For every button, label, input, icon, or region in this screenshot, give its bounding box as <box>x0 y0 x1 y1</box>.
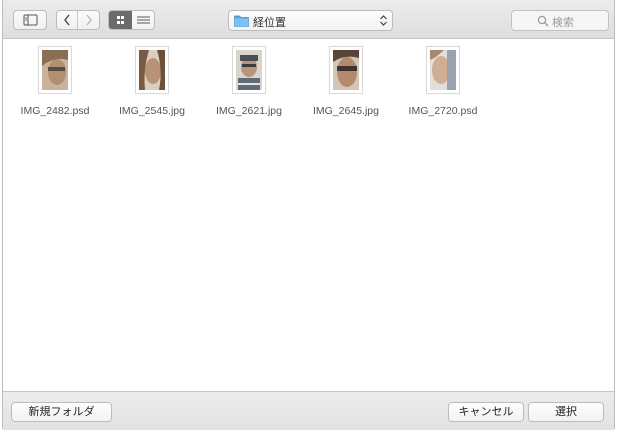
photo-icon <box>139 50 165 90</box>
grid-icon <box>117 16 124 24</box>
search-placeholder: 検索 <box>552 17 574 29</box>
file-name: IMG_2482.psd <box>20 105 90 117</box>
photo-icon <box>430 50 456 90</box>
up-down-arrows-icon <box>380 15 387 26</box>
location-popup[interactable]: 経位置 <box>228 10 393 31</box>
photo-icon <box>333 50 359 90</box>
search-field[interactable]: 検索 <box>511 10 609 31</box>
new-folder-button[interactable]: 新規フォルダ <box>11 402 112 422</box>
cancel-button[interactable]: キャンセル <box>448 402 524 422</box>
file-name: IMG_2621.jpg <box>216 105 282 117</box>
nav-button-group <box>56 10 100 30</box>
back-button[interactable] <box>57 11 78 29</box>
image-thumbnail <box>135 46 169 94</box>
file-name: IMG_2545.jpg <box>119 105 185 117</box>
folder-icon <box>234 15 249 27</box>
file-item[interactable]: IMG_2621.jpg <box>208 46 290 117</box>
location-label: 経位置 <box>253 17 286 29</box>
list-view-button[interactable] <box>132 11 154 29</box>
file-name: IMG_2720.psd <box>408 105 478 117</box>
toolbar: 経位置 検索 <box>3 0 614 39</box>
search-icon <box>537 15 549 27</box>
sidebar-toggle-button[interactable] <box>13 10 47 30</box>
dialog-footer: 新規フォルダ キャンセル 選択 <box>3 391 614 430</box>
sidebar-toggle-icon <box>23 14 38 26</box>
photo-icon <box>42 50 68 90</box>
image-thumbnail <box>426 46 460 94</box>
file-browser: IMG_2482.psd IMG_2545.jpg IMG_2621.jpg I… <box>3 39 614 390</box>
file-item[interactable]: IMG_2482.psd <box>14 46 96 117</box>
chevron-right-icon <box>86 14 92 26</box>
file-item[interactable]: IMG_2645.jpg <box>305 46 387 117</box>
image-thumbnail <box>38 46 72 94</box>
icon-view-button[interactable] <box>109 11 132 29</box>
file-name: IMG_2645.jpg <box>313 105 379 117</box>
file-item[interactable]: IMG_2545.jpg <box>111 46 193 117</box>
view-mode-group <box>108 10 155 30</box>
list-icon <box>137 16 150 24</box>
photo-icon <box>236 50 262 90</box>
select-button[interactable]: 選択 <box>528 402 604 422</box>
image-thumbnail <box>329 46 363 94</box>
file-item[interactable]: IMG_2720.psd <box>402 46 484 117</box>
image-thumbnail <box>232 46 266 94</box>
chevron-left-icon <box>64 14 70 26</box>
forward-button[interactable] <box>78 11 99 29</box>
file-open-dialog: 経位置 検索 IMG_2482.psd IMG_2545.jpg IMG_262… <box>2 0 615 430</box>
